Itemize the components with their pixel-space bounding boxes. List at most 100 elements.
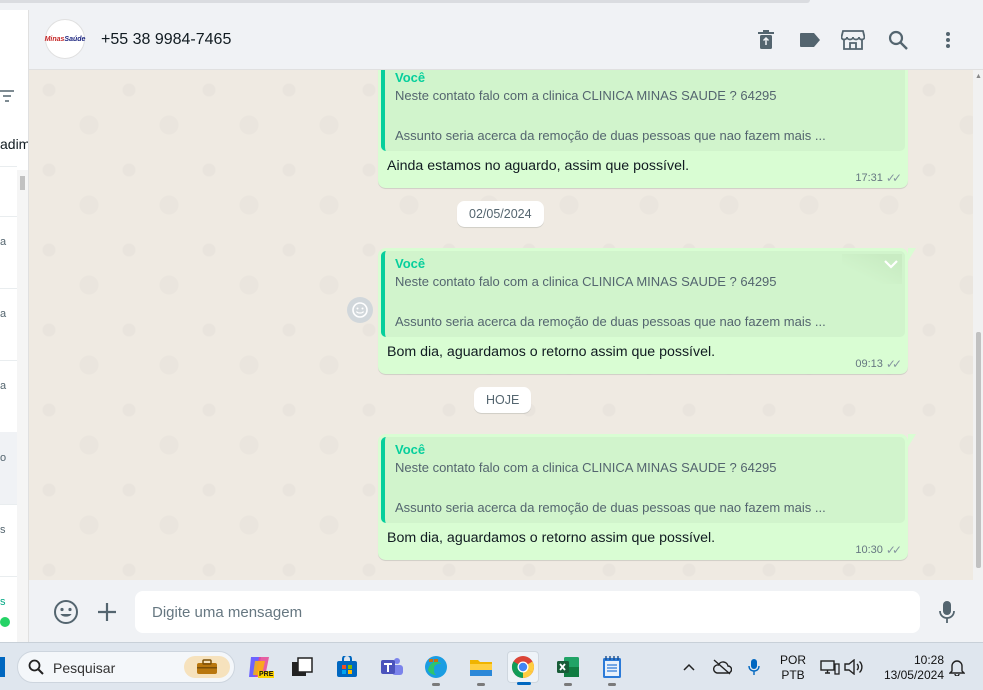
divider [0,288,17,289]
chevron-down-icon[interactable] [842,254,902,284]
quote-author: Você [395,256,426,271]
message-meta: 09:13 ✓✓ [855,357,902,371]
double-check-icon: ✓✓ [885,171,902,185]
chat-list-item-label[interactable]: s [0,596,6,608]
avatar-logo-text: Minas [44,35,65,43]
edge-browser-icon[interactable] [420,651,452,686]
notepad-icon[interactable] [596,651,628,686]
cloud-offline-icon[interactable] [706,651,738,683]
chat-list-item-label[interactable]: o [0,452,6,464]
message-text: Bom dia, aguardamos o retorno assim que … [387,344,716,360]
notification-bell-icon[interactable] [941,651,973,683]
copilot-icon[interactable]: PRE [244,651,276,683]
windows-taskbar: Pesquisar PRE POR PTB 10:28 13/05/2024 [0,642,983,690]
selected-chat-item[interactable] [0,432,17,504]
divider [0,504,17,505]
quote-author: Você [395,70,426,85]
scrollbar-thumb[interactable] [976,332,981,568]
briefcase-icon [184,656,230,678]
unread-badge-icon [0,617,10,630]
quote-text: Neste contato falo com a clinica CLINICA… [395,274,777,289]
language-code: POR [779,653,806,667]
message-time: 09:13 [855,358,883,370]
running-indicator [477,683,485,686]
message-time: 17:31 [855,172,883,184]
divider [0,576,17,577]
clock-date: 13/05/2024 [883,668,944,682]
scrollbar-thumb[interactable] [20,176,25,190]
message-time: 10:30 [855,544,883,556]
volume-icon[interactable] [838,651,870,683]
input-language[interactable]: POR PTB [778,653,808,683]
quoted-message[interactable]: Você Neste contato falo com a clinica CL… [381,437,905,523]
microphone-icon[interactable] [934,599,960,625]
keyboard-layout: PTB [781,668,805,682]
plus-attach-icon[interactable] [94,599,120,625]
date-divider: 02/05/2024 [457,201,544,227]
quote-text: Assunto seria acerca da remoção de duas … [395,128,826,143]
outgoing-message[interactable]: Você Neste contato falo com a clinica CL… [378,434,916,560]
running-indicator [608,683,616,686]
more-menu-icon[interactable] [936,28,960,52]
quoted-message[interactable]: Você Neste contato falo com a clinica CL… [381,70,905,151]
browser-top-strip [0,0,983,10]
excel-icon[interactable] [552,651,584,686]
label-tag-icon[interactable] [798,28,822,52]
chat-list-scrollbar[interactable] [17,170,28,642]
message-text: Ainda estamos no aguardo, assim que poss… [387,158,690,174]
message-list-scrollbar[interactable]: ▲ [973,70,983,580]
message-list[interactable]: Você Neste contato falo com a clinica CL… [29,70,983,580]
contact-avatar[interactable]: Minas Saúde [45,19,85,59]
quote-text: Assunto seria acerca da remoção de duas … [395,314,826,329]
divider [0,216,17,217]
divider [0,166,17,167]
message-input[interactable] [135,591,920,633]
bubble-tail [908,434,916,447]
microsoft-store-icon[interactable] [331,651,363,683]
chat-list-item-label[interactable]: adim [0,136,28,152]
microphone-icon[interactable] [738,651,770,683]
message-meta: 17:31 ✓✓ [855,171,902,185]
catalog-store-icon[interactable] [841,28,865,52]
emoji-icon[interactable] [53,599,79,625]
quote-text: Neste contato falo com a clinica CLINICA… [395,88,777,103]
running-indicator [517,682,531,685]
avatar-logo-text: Saúde [64,35,86,43]
outgoing-message[interactable]: Você Neste contato falo com a clinica CL… [378,70,908,188]
message-composer [29,580,983,642]
divider [0,360,17,361]
search-icon [28,659,44,680]
running-indicator [432,683,440,686]
date-divider: HOJE [474,387,532,413]
chat-list-item-label[interactable]: a [0,236,6,248]
chat-list-item-label[interactable]: s [0,524,6,536]
search-icon[interactable] [886,28,910,52]
outgoing-message[interactable]: Você Neste contato falo com a clinica CL… [378,248,916,374]
scroll-up-arrow-icon[interactable]: ▲ [975,73,982,80]
file-explorer-icon[interactable] [465,651,497,686]
trash-icon[interactable] [754,28,778,52]
task-view-icon[interactable] [286,651,318,683]
double-check-icon: ✓✓ [885,543,902,557]
react-emoji-icon[interactable] [347,297,373,323]
chrome-icon[interactable] [507,651,539,685]
quote-text: Assunto seria acerca da remoção de duas … [395,500,826,515]
quote-author: Você [395,442,426,457]
filter-icon[interactable] [0,90,16,104]
running-indicator [564,683,572,686]
quoted-message[interactable]: Você Neste contato falo com a clinica CL… [381,251,905,337]
double-check-icon: ✓✓ [885,357,902,371]
bubble-tail [908,248,916,261]
taskbar-clock[interactable]: 10:28 13/05/2024 [876,653,944,683]
chat-list-item-label[interactable]: a [0,380,6,392]
chat-list-item-label[interactable]: a [0,308,6,320]
search-label: Pesquisar [53,660,116,676]
contact-name[interactable]: +55 38 9984-7465 [101,31,231,49]
message-meta: 10:30 ✓✓ [855,543,902,557]
chevron-up-icon[interactable] [673,651,705,683]
start-button[interactable] [0,657,5,677]
teams-icon[interactable] [376,651,408,683]
conversation-header: Minas Saúde +55 38 9984-7465 [29,10,983,70]
taskbar-search[interactable]: Pesquisar [17,651,235,683]
quote-text: Neste contato falo com a clinica CLINICA… [395,460,777,475]
